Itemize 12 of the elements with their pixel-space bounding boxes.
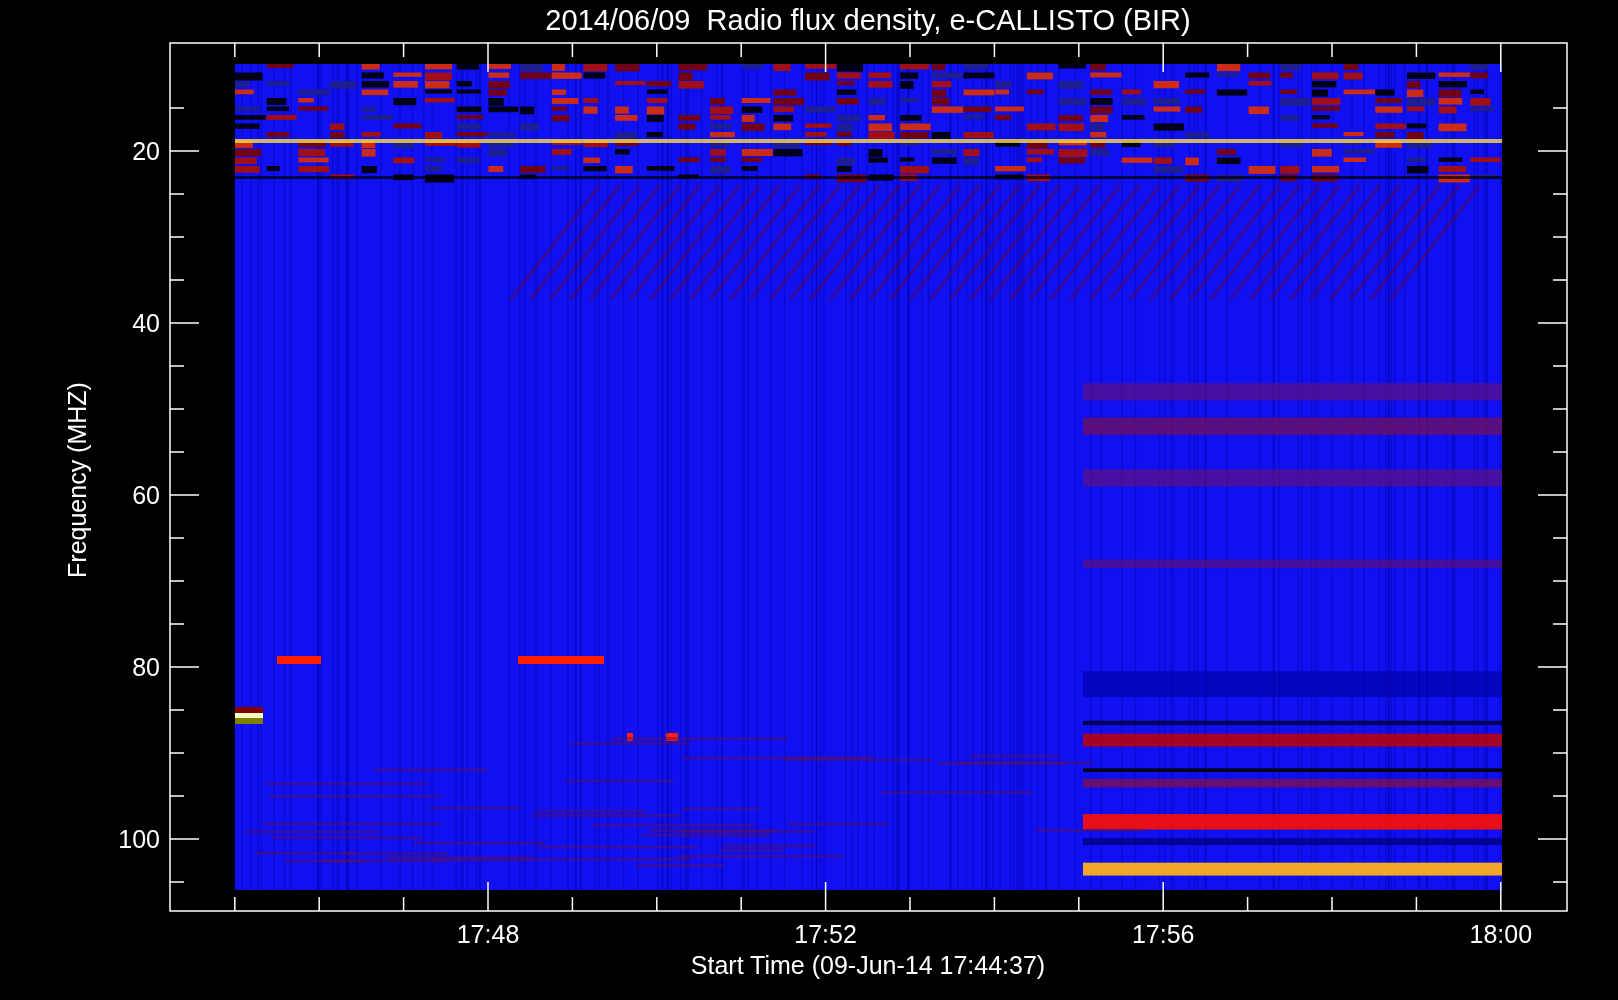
y-axis-label: Frequency (MHZ)	[63, 382, 91, 578]
x-tick-label: 17:56	[1131, 920, 1195, 948]
chart-title: 2014/06/09 Radio flux density, e-CALLISTO (BIR)	[545, 4, 1191, 36]
x-axis-label: Start Time (09-Jun-14 17:44:37)	[690, 951, 1046, 979]
y-tick-label: 60	[132, 481, 160, 509]
y-tick-label: 100	[118, 825, 160, 853]
x-tick-label: 17:48	[456, 920, 520, 948]
y-tick-label: 80	[132, 653, 160, 681]
y-tick-label: 20	[132, 137, 160, 165]
x-tick-label: 17:52	[794, 920, 857, 948]
y-tick-label: 40	[132, 309, 160, 337]
x-tick-label: 18:00	[1469, 920, 1533, 948]
